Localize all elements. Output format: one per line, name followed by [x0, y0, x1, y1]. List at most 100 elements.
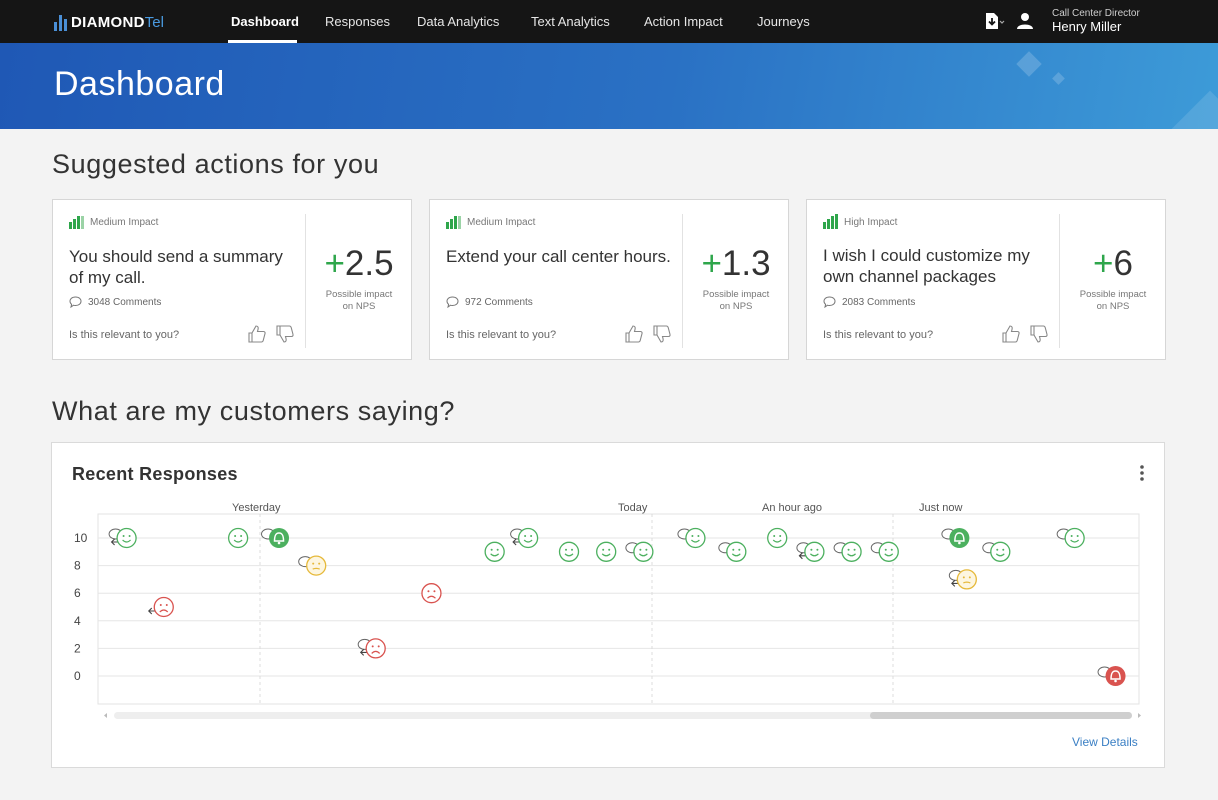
top-navigation: DIAMOND Tel Dashboard Responses Data Ana… [0, 0, 1218, 43]
caption-line-2: on NPS [342, 301, 376, 312]
impact-level: High Impact [823, 214, 898, 229]
positive-face-icon[interactable] [227, 527, 249, 549]
y-tick-label: 8 [74, 559, 81, 573]
impact-label: Medium Impact [467, 217, 536, 228]
action-title[interactable]: I wish I could customize my own channel … [823, 245, 1051, 287]
comment-icon [446, 296, 459, 308]
neutral-face-icon[interactable] [956, 569, 977, 590]
alert-bell-icon[interactable] [269, 528, 290, 548]
customers-heading: What are my customers saying? [52, 396, 456, 426]
comments-count: 3048 Comments [88, 296, 162, 308]
nps-impact-number: 6 [1113, 244, 1133, 283]
user-role: Call Center Director [1052, 8, 1140, 19]
time-label: Just now [919, 502, 962, 514]
positive-face-icon[interactable] [558, 541, 580, 562]
relevance-buttons [624, 324, 672, 344]
nav-item-journeys[interactable]: Journeys [757, 0, 810, 43]
neutral-face-icon[interactable] [306, 555, 327, 576]
time-label: Today [618, 502, 648, 514]
negative-face-icon[interactable] [421, 583, 442, 604]
y-tick-label: 4 [74, 614, 81, 628]
positive-face-icon[interactable] [767, 527, 788, 549]
thumbs-down-icon[interactable] [275, 324, 295, 344]
comments-link[interactable]: 3048 Comments [69, 296, 161, 308]
responses-chart[interactable]: 10 8 6 4 2 0 Yesterday Today An hour ago Just now [52, 443, 1164, 733]
y-tick-label: 10 [74, 531, 88, 545]
time-label: An hour ago [762, 502, 822, 514]
relevance-prompt: Is this relevant to you? [823, 329, 934, 341]
card-divider [305, 214, 306, 348]
alert-bell-icon[interactable] [949, 528, 970, 548]
positive-face-icon[interactable] [990, 541, 1011, 562]
user-icon[interactable] [1016, 12, 1034, 30]
relevance-buttons [1001, 324, 1049, 344]
action-card[interactable]: Medium Impact Extend your call center ho… [429, 199, 789, 360]
brand-logo[interactable]: DIAMOND Tel [54, 13, 164, 31]
brand-name-bold: DIAMOND [71, 14, 145, 31]
nav-item-data-analytics[interactable]: Data Analytics [417, 0, 499, 43]
recent-responses-panel: Recent Responses 10 8 6 4 2 0 Yesterday Today An… [51, 442, 1165, 768]
caption-line-1: Possible impact [1079, 289, 1147, 300]
nav-item-action-impact[interactable]: Action Impact [644, 0, 723, 43]
nps-impact-caption: Possible impact on NPS [684, 289, 788, 313]
comments-link[interactable]: 2083 Comments [823, 296, 915, 308]
positive-face-icon[interactable] [841, 541, 862, 562]
decor-diamond-large [1167, 90, 1218, 129]
view-details-link[interactable]: View Details [1072, 735, 1138, 749]
export-icon[interactable] [984, 12, 1006, 30]
positive-face-icon[interactable] [1064, 527, 1085, 549]
nav-item-dashboard[interactable]: Dashboard [231, 0, 299, 43]
impact-bars-icon [823, 214, 838, 229]
thumbs-up-icon[interactable] [1001, 324, 1021, 344]
nps-impact-caption: Possible impact on NPS [1061, 289, 1165, 313]
impact-level: Medium Impact [69, 216, 158, 229]
nps-impact-value: +2.5 [324, 244, 394, 283]
decor-diamond [1016, 51, 1042, 77]
positive-face-icon[interactable] [633, 541, 654, 562]
positive-face-icon[interactable] [517, 527, 539, 549]
positive-face-icon[interactable] [484, 541, 505, 562]
negative-face-icon[interactable] [365, 638, 386, 659]
time-label: Yesterday [232, 502, 281, 514]
nps-impact-value: +6 [1093, 244, 1133, 283]
comment-icon [823, 296, 836, 308]
decor-diamond-small [1052, 72, 1065, 85]
positive-face-icon[interactable] [685, 527, 706, 549]
impact-label: Medium Impact [90, 217, 159, 228]
relevance-prompt: Is this relevant to you? [69, 329, 180, 341]
action-card[interactable]: Medium Impact You should send a summary … [52, 199, 412, 360]
positive-face-icon[interactable] [804, 541, 825, 562]
alert-bell-icon[interactable] [1105, 666, 1126, 686]
nav-item-responses[interactable]: Responses [325, 0, 390, 43]
impact-label: High Impact [844, 217, 898, 228]
comments-link[interactable]: 972 Comments [446, 296, 533, 308]
nps-impact-value: +1.3 [701, 244, 771, 283]
caption-line-2: on NPS [1096, 301, 1130, 312]
nav-item-text-analytics[interactable]: Text Analytics [531, 0, 610, 43]
comments-count: 972 Comments [465, 296, 533, 308]
page-header: Dashboard [0, 43, 1218, 129]
caption-line-2: on NPS [719, 301, 753, 312]
thumbs-up-icon[interactable] [247, 324, 267, 344]
action-title[interactable]: Extend your call center hours. [446, 246, 674, 267]
action-title[interactable]: You should send a summary of my call. [69, 246, 297, 288]
positive-face-icon[interactable] [596, 541, 617, 562]
comment-icon [69, 296, 82, 308]
negative-face-icon[interactable] [153, 596, 174, 618]
positive-face-icon[interactable] [726, 541, 747, 562]
nps-impact-number: 1.3 [721, 244, 771, 283]
positive-face-icon[interactable] [878, 541, 899, 562]
action-card[interactable]: High Impact I wish I could customize my … [806, 199, 1166, 360]
y-tick-label: 2 [74, 641, 81, 655]
thumbs-down-icon[interactable] [652, 324, 672, 344]
positive-face-icon[interactable] [116, 527, 137, 549]
thumbs-up-icon[interactable] [624, 324, 644, 344]
comments-count: 2083 Comments [842, 296, 916, 308]
impact-bars-icon [69, 216, 84, 229]
brand-name-light: Tel [144, 14, 164, 31]
card-divider [1059, 214, 1060, 348]
nps-impact-number: 2.5 [344, 244, 394, 283]
user-name[interactable]: Henry Miller [1052, 19, 1121, 34]
thumbs-down-icon[interactable] [1029, 324, 1049, 344]
suggested-actions-heading: Suggested actions for you [52, 149, 380, 179]
